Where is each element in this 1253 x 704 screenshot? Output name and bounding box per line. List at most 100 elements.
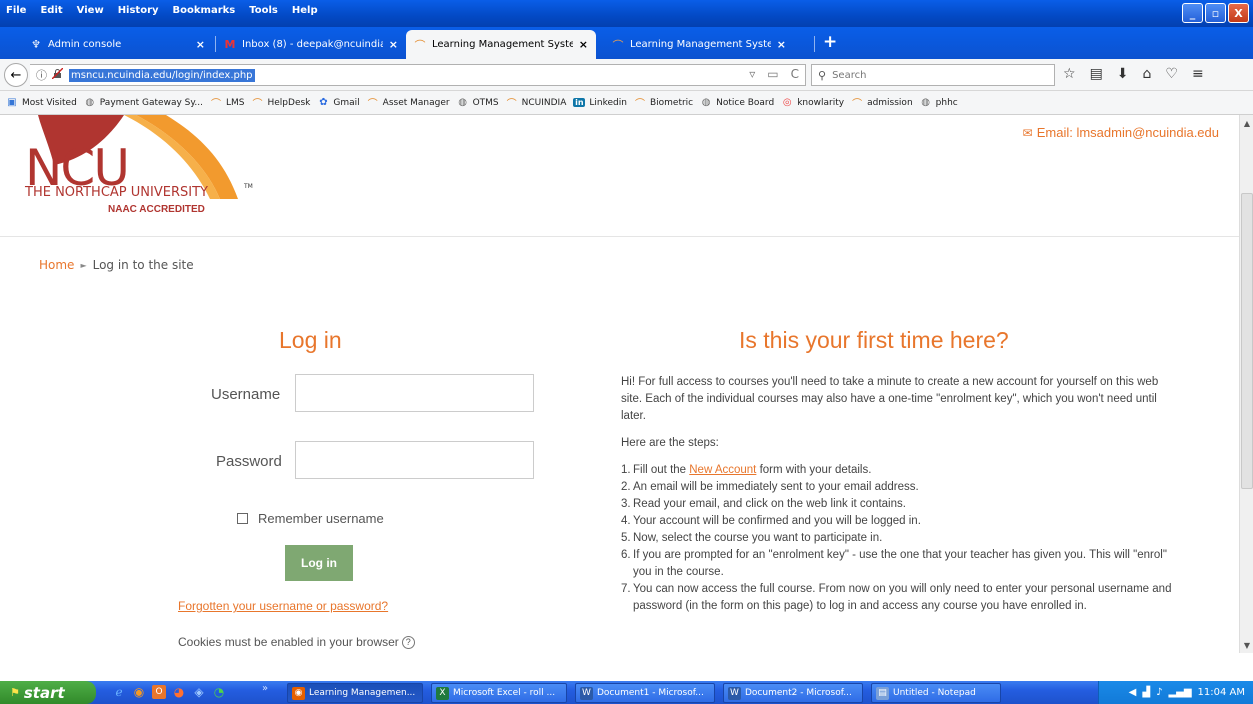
- username-input[interactable]: [295, 374, 534, 412]
- pocket-icon[interactable]: ♡: [1165, 66, 1178, 82]
- network-icon[interactable]: ▟: [1142, 687, 1150, 698]
- clock[interactable]: 11:04 AM: [1198, 687, 1245, 698]
- tab-inbox[interactable]: M Inbox (8) - deepak@ncuindia.... ×: [216, 30, 406, 59]
- cookies-notice: Cookies must be enabled in your browser …: [178, 635, 415, 649]
- remember-label: Remember username: [258, 511, 384, 526]
- bookmarks-menu-icon[interactable]: ▤: [1090, 66, 1103, 82]
- tab-admin-console[interactable]: ♆ Admin console ×: [22, 30, 213, 59]
- menu-history[interactable]: History: [118, 5, 159, 16]
- hamburger-menu-icon[interactable]: ≡: [1192, 66, 1204, 82]
- downloads-icon[interactable]: ⬇: [1117, 66, 1129, 82]
- search-placeholder: Search: [832, 69, 867, 81]
- taskbar-item[interactable]: ▤ Untitled - Notepad: [871, 683, 1001, 703]
- breadcrumb-current: Log in to the site: [92, 258, 194, 272]
- login-button[interactable]: Log in: [285, 545, 353, 581]
- tray-arrow-icon[interactable]: ◀: [1129, 687, 1137, 698]
- quick-launch-more-icon[interactable]: »: [262, 683, 268, 694]
- bookmark-item[interactable]: ◎ knowlarity: [781, 97, 844, 108]
- bookmark-item[interactable]: ◍ Notice Board: [700, 97, 774, 108]
- browser-icon[interactable]: ◕: [172, 685, 186, 699]
- login-title: Log in: [279, 327, 342, 353]
- bookmark-item[interactable]: ◍ Payment Gateway Sy...: [84, 97, 203, 108]
- scroll-down-icon[interactable]: ▼: [1241, 639, 1253, 651]
- list-item: 2. An email will be immediately sent to y…: [621, 481, 919, 493]
- menu-bookmarks[interactable]: Bookmarks: [173, 5, 236, 16]
- breadcrumb-home-link[interactable]: Home: [39, 258, 74, 272]
- new-account-link[interactable]: New Account: [689, 464, 756, 476]
- bookmark-item[interactable]: ⌒ HelpDesk: [252, 95, 311, 111]
- home-icon[interactable]: ⌂: [1143, 66, 1152, 82]
- tab-close-icon[interactable]: ×: [579, 38, 588, 51]
- help-icon[interactable]: ?: [401, 635, 415, 649]
- taskbar-item[interactable]: W Document2 - Microsof...: [723, 683, 863, 703]
- new-tab-button[interactable]: +: [823, 32, 837, 52]
- bookmark-item[interactable]: ▣ Most Visited: [6, 97, 77, 108]
- logo-accreditation: NAAC ACCREDITED: [108, 204, 205, 215]
- bookmark-item[interactable]: ⌒ admission: [851, 95, 913, 111]
- info-icon[interactable]: ⓘ: [36, 67, 47, 83]
- bookmark-item[interactable]: ⌒ LMS: [210, 95, 245, 111]
- page-content: NCU THE NORTHCAP UNIVERSITY TM NAAC ACCR…: [0, 115, 1239, 653]
- menu-items: File Edit View History Bookmarks Tools H…: [6, 5, 318, 16]
- tab-close-icon[interactable]: ×: [777, 38, 786, 51]
- menu-tools[interactable]: Tools: [249, 5, 278, 16]
- bookmark-star-icon[interactable]: ☆: [1063, 66, 1076, 82]
- bookmark-label: admission: [867, 97, 913, 108]
- contact-email-text: Email: lmsadmin@ncuindia.edu: [1036, 125, 1219, 140]
- tab-lms-active[interactable]: ⌒ Learning Management Syste... ×: [406, 30, 596, 59]
- tab-close-icon[interactable]: ×: [389, 38, 398, 51]
- signal-icon[interactable]: ▂▄▆: [1168, 687, 1191, 698]
- address-bar[interactable]: ⓘ msncu.ncuindia.edu/login/index.php ▿ ▭…: [30, 64, 806, 86]
- bookmark-item[interactable]: ✿ Gmail: [317, 97, 359, 108]
- forgot-password-link[interactable]: Forgotten your username or password?: [178, 599, 388, 613]
- bookmark-item[interactable]: ◍ OTMS: [457, 97, 498, 108]
- bookmark-label: Linkedin: [589, 97, 627, 108]
- bookmarks-bar: ▣ Most Visited ◍ Payment Gateway Sy... ⌒ LMS ⌒…: [0, 91, 1253, 115]
- tab-lms[interactable]: ⌒ Learning Management Syste... ×: [604, 30, 794, 59]
- remember-username[interactable]: Remember username: [237, 511, 384, 526]
- menu-help[interactable]: Help: [292, 5, 318, 16]
- office-icon[interactable]: O: [152, 685, 166, 699]
- url-text[interactable]: msncu.ncuindia.edu/login/index.php: [69, 68, 255, 82]
- menu-bar: File Edit View History Bookmarks Tools H…: [0, 0, 1253, 27]
- ie-icon[interactable]: ℯ: [112, 685, 126, 699]
- contact-email[interactable]: ✉ Email: lmsadmin@ncuindia.edu: [1023, 125, 1219, 140]
- taskbar-item[interactable]: X Microsoft Excel - roll ...: [431, 683, 567, 703]
- logo-tm: TM: [244, 183, 253, 190]
- volume-icon[interactable]: ♪: [1156, 687, 1162, 698]
- reload-icon[interactable]: C: [791, 67, 799, 81]
- globe-icon: ◍: [921, 97, 931, 108]
- bookmark-item[interactable]: ⌒ Biometric: [634, 95, 693, 111]
- back-button[interactable]: ←: [4, 63, 28, 87]
- firefox-icon[interactable]: ◉: [132, 685, 146, 699]
- start-button[interactable]: ⚑ start: [0, 681, 96, 704]
- menu-view[interactable]: View: [77, 5, 104, 16]
- dropdown-icon[interactable]: ▿: [749, 67, 755, 81]
- bookmark-item[interactable]: ⌒ NCUINDIA: [506, 95, 567, 111]
- tab-close-icon[interactable]: ×: [196, 38, 205, 51]
- scroll-thumb[interactable]: [1241, 193, 1253, 489]
- menu-file[interactable]: File: [6, 5, 26, 16]
- bookmark-label: knowlarity: [797, 97, 845, 108]
- lms-icon: ⌒: [612, 38, 624, 52]
- bookmark-item[interactable]: in Linkedin: [573, 98, 627, 108]
- taskbar-item[interactable]: ◉ Learning Managemen...: [287, 683, 423, 703]
- insecure-lock-icon[interactable]: [51, 67, 64, 82]
- media-icon[interactable]: ◈: [192, 685, 206, 699]
- ncu-logo[interactable]: NCU THE NORTHCAP UNIVERSITY TM NAAC ACCR…: [24, 115, 264, 233]
- bookmark-item[interactable]: ⌒ Asset Manager: [367, 95, 450, 111]
- maximize-button[interactable]: ▫: [1205, 3, 1226, 23]
- reader-view-icon[interactable]: ▭: [767, 67, 778, 81]
- search-bar[interactable]: ⚲ Search: [811, 64, 1055, 86]
- chrome-icon[interactable]: ◔: [212, 685, 226, 699]
- taskbar-item[interactable]: W Document1 - Microsof...: [575, 683, 715, 703]
- remember-checkbox[interactable]: [237, 513, 248, 524]
- vertical-scrollbar[interactable]: ▲ ▼: [1239, 115, 1253, 653]
- close-window-button[interactable]: X: [1228, 3, 1249, 23]
- password-input[interactable]: [295, 441, 534, 479]
- menu-edit[interactable]: Edit: [40, 5, 62, 16]
- windows-flag-icon: ⚑: [10, 686, 20, 699]
- bookmark-item[interactable]: ◍ phhc: [920, 97, 957, 108]
- minimize-button[interactable]: _: [1182, 3, 1203, 23]
- scroll-up-icon[interactable]: ▲: [1241, 117, 1253, 129]
